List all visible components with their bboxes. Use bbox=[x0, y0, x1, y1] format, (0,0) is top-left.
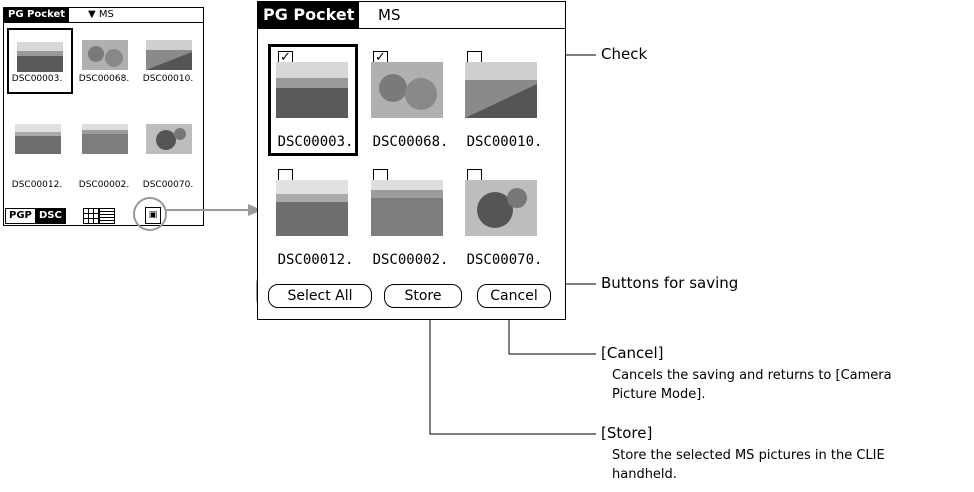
store-desc-line: handheld. bbox=[612, 467, 677, 482]
large-source-label[interactable]: MS bbox=[378, 2, 400, 28]
large-thumbnail-label: DSC00003. bbox=[277, 134, 354, 150]
large-thumbnail[interactable]: DSC00002. bbox=[363, 162, 453, 280]
large-screen: PG Pocket MS ✓ DSC00003. ✓ DSC00068. DSC… bbox=[257, 1, 566, 320]
select-all-button[interactable]: Select All bbox=[268, 284, 372, 308]
large-thumbnail-label: DSC00012. bbox=[277, 252, 354, 268]
large-thumbnail[interactable]: DSC00070. bbox=[457, 162, 547, 280]
cancel-callout-title: [Cancel] bbox=[601, 344, 664, 362]
large-thumbnail[interactable]: ✓ DSC00068. bbox=[363, 44, 453, 162]
buttons-for-saving-callout: Buttons for saving bbox=[601, 274, 739, 292]
large-thumbnail-label: DSC00070. bbox=[466, 252, 543, 268]
large-header: PG Pocket MS bbox=[258, 2, 565, 29]
large-thumbnail-label: DSC00068. bbox=[372, 134, 449, 150]
large-thumbnail-label: DSC00002. bbox=[372, 252, 449, 268]
cancel-button[interactable]: Cancel bbox=[477, 284, 551, 308]
store-callout-title: [Store] bbox=[601, 424, 653, 442]
large-thumbnail-label: DSC00010. bbox=[466, 134, 543, 150]
photo-thumbnail-image bbox=[371, 62, 443, 118]
large-app-title: PG Pocket bbox=[258, 2, 360, 28]
photo-thumbnail-image bbox=[276, 180, 348, 236]
store-button[interactable]: Store bbox=[384, 284, 462, 308]
cancel-desc-line: Cancels the saving and returns to [Camer… bbox=[612, 368, 892, 383]
cancel-desc-line: Picture Mode]. bbox=[612, 387, 706, 402]
photo-thumbnail-image bbox=[465, 62, 537, 118]
photo-thumbnail-image bbox=[465, 180, 537, 236]
large-thumbnail[interactable]: ✓ DSC00003. bbox=[268, 44, 358, 162]
large-thumbnail[interactable]: DSC00012. bbox=[268, 162, 358, 280]
photo-thumbnail-image bbox=[371, 180, 443, 236]
store-callout-description: Store the selected MS pictures in the CL… bbox=[612, 446, 885, 484]
cancel-callout-description: Cancels the saving and returns to [Camer… bbox=[612, 366, 892, 404]
large-thumbnail[interactable]: DSC00010. bbox=[457, 44, 547, 162]
check-callout: Check bbox=[601, 45, 648, 63]
photo-thumbnail-image bbox=[276, 62, 348, 118]
store-desc-line: Store the selected MS pictures in the CL… bbox=[612, 448, 885, 463]
